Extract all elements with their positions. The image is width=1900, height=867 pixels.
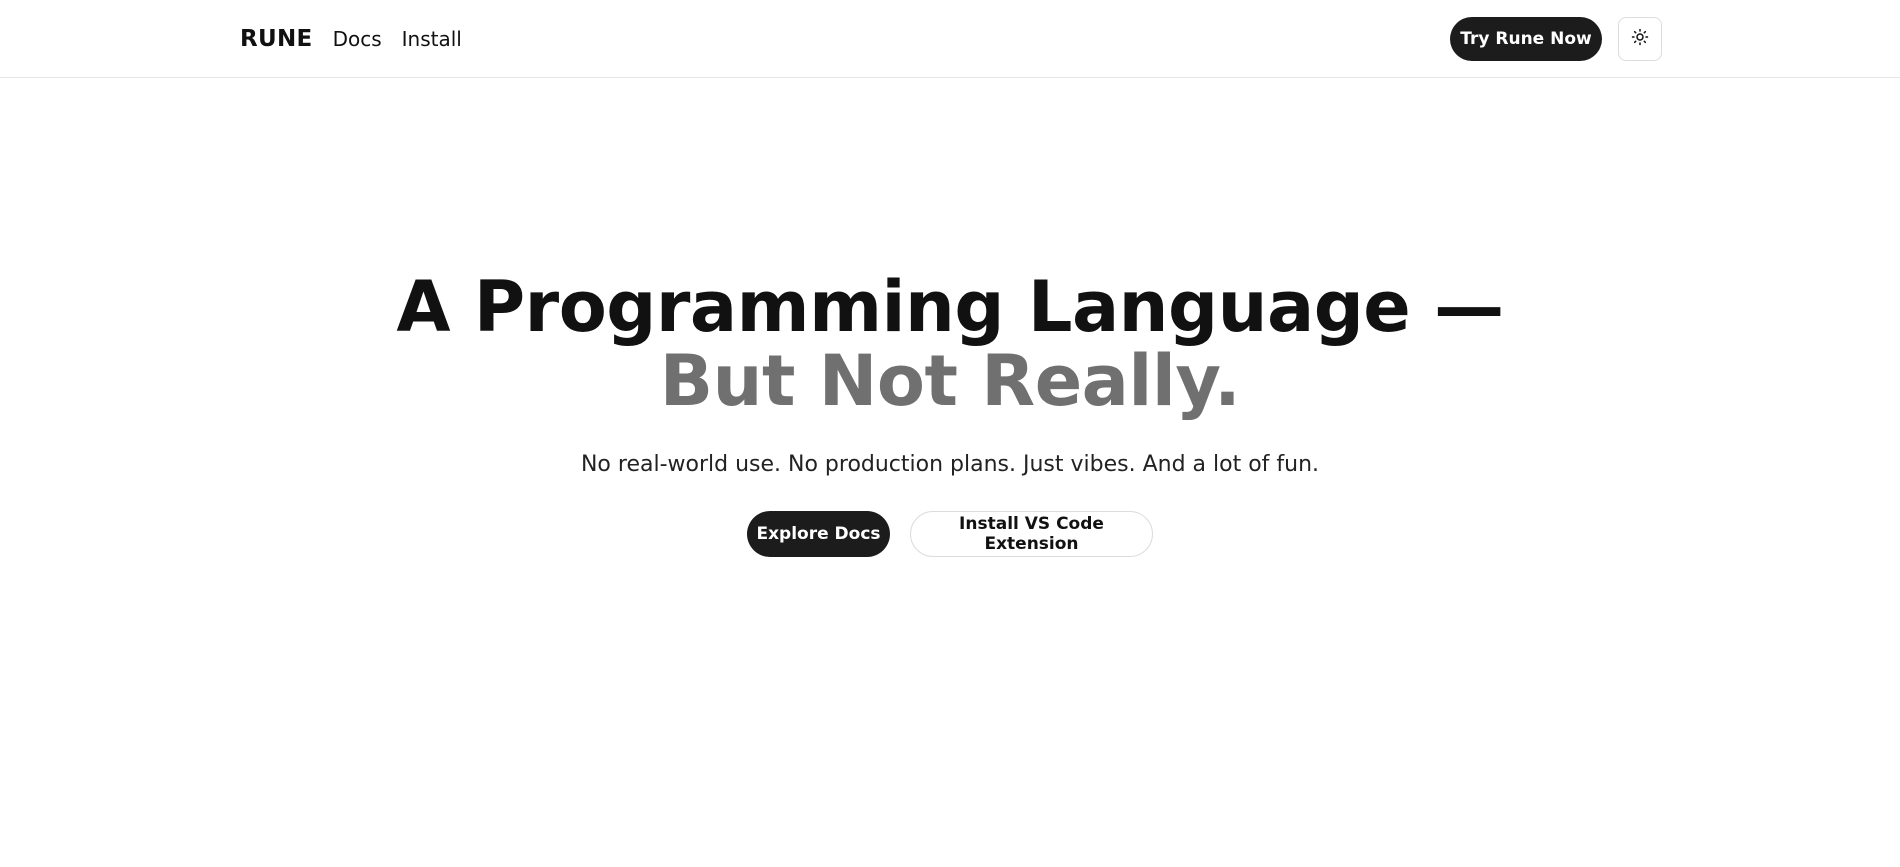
headline-line-1: A Programming Language — (396, 266, 1504, 348)
sun-icon (1631, 28, 1649, 49)
theme-toggle-button[interactable] (1618, 16, 1662, 61)
top-navbar: RUNE Docs Install Try Rune Now (0, 0, 1900, 78)
headline-line-2: But Not Really. (659, 340, 1241, 422)
hero-headline: A Programming Language — But Not Really. (0, 270, 1900, 418)
nav-left-group: RUNE Docs Install (240, 0, 482, 77)
brand-logo[interactable]: RUNE (240, 26, 313, 52)
explore-docs-button[interactable]: Explore Docs (747, 511, 890, 557)
try-rune-now-button[interactable]: Try Rune Now (1450, 16, 1602, 61)
hero-subtitle: No real-world use. No production plans. … (580, 452, 1320, 477)
nav-link-docs[interactable]: Docs (333, 27, 382, 51)
nav-right-group: Try Rune Now (1450, 0, 1662, 77)
install-vscode-extension-button[interactable]: Install VS Code Extension (910, 511, 1153, 557)
hero-section: A Programming Language — But Not Really.… (0, 270, 1900, 557)
nav-link-install[interactable]: Install (402, 27, 462, 51)
hero-cta-row: Explore Docs Install VS Code Extension (0, 511, 1900, 557)
